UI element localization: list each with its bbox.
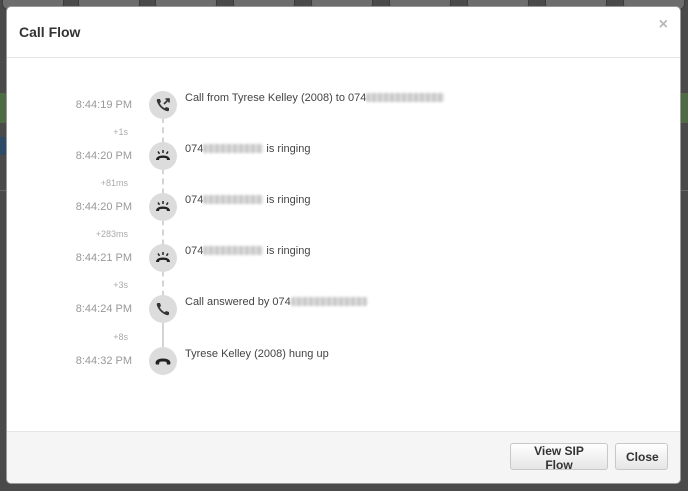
timeline-event: 8:44:20 PM 074 is ringing	[7, 193, 680, 223]
event-time: 8:44:24 PM	[75, 303, 132, 315]
redacted-number	[203, 245, 264, 255]
call-flow-modal: Call Flow × 8:44:19 PM Call from Tyrese …	[6, 6, 681, 484]
background-divider	[680, 190, 688, 191]
modal-header: Call Flow ×	[7, 7, 680, 58]
redacted-number	[203, 194, 264, 204]
event-time: 8:44:19 PM	[75, 99, 132, 111]
modal-title: Call Flow	[19, 24, 81, 40]
timeline-event: 8:44:20 PM 074 is ringing	[7, 142, 680, 172]
close-icon[interactable]: ×	[659, 17, 668, 33]
view-sip-flow-button[interactable]: View SIP Flow	[510, 443, 608, 472]
event-description: Call answered by 074	[185, 296, 367, 308]
event-description: 074 is ringing	[185, 245, 311, 257]
ringing-phone-icon	[149, 193, 177, 221]
event-description: Tyrese Kelley (2008) hung up	[185, 348, 329, 360]
event-time: 8:44:20 PM	[75, 201, 132, 213]
close-button[interactable]: Close	[615, 443, 668, 470]
timeline-event: 8:44:32 PM Tyrese Kelley (2008) hung up	[7, 347, 680, 377]
ringing-phone-icon	[149, 244, 177, 272]
event-time: 8:44:21 PM	[75, 252, 132, 264]
redacted-number	[203, 143, 264, 153]
event-description: 074 is ringing	[185, 143, 311, 155]
redacted-number	[290, 296, 367, 306]
event-time: 8:44:20 PM	[75, 150, 132, 162]
time-delta: +1s	[113, 127, 128, 137]
phone-answered-icon	[149, 295, 177, 323]
time-delta: +81ms	[100, 178, 128, 188]
background-panel	[680, 93, 688, 123]
event-time: 8:44:32 PM	[75, 355, 132, 367]
timeline-event: 8:44:21 PM 074 is ringing	[7, 244, 680, 274]
ringing-phone-icon	[149, 142, 177, 170]
time-delta: +283ms	[95, 229, 128, 239]
redacted-number	[366, 92, 445, 102]
timeline-event: 8:44:19 PM Call from Tyrese Kelley (2008…	[7, 91, 680, 121]
timeline-event: 8:44:24 PM Call answered by 074	[7, 295, 680, 325]
outgoing-call-icon	[149, 91, 177, 119]
time-delta: +8s	[113, 332, 128, 342]
event-description: 074 is ringing	[185, 194, 311, 206]
hang-up-icon	[149, 347, 177, 375]
event-description: Call from Tyrese Kelley (2008) to 074	[185, 92, 445, 104]
modal-footer: View SIP Flow Close	[7, 431, 680, 483]
time-delta: +3s	[113, 280, 128, 290]
